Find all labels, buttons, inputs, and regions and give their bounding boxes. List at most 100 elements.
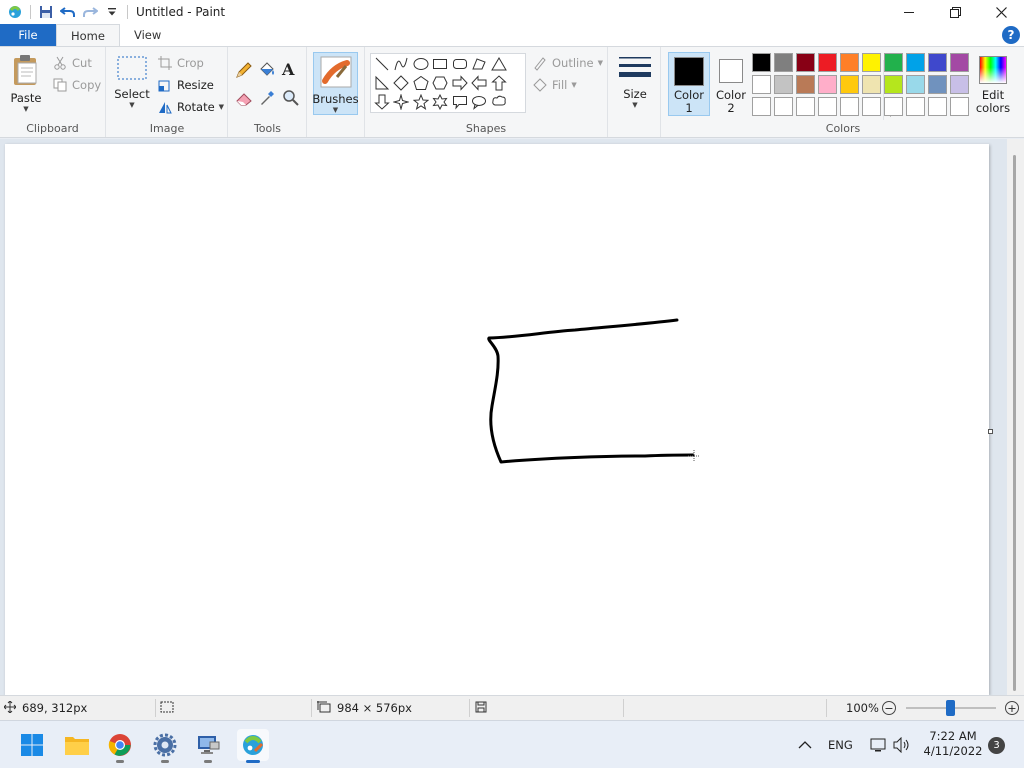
- brushes-button[interactable]: Brushes ▼: [312, 52, 359, 115]
- zoom-in-button[interactable]: +: [1005, 701, 1019, 715]
- select-button[interactable]: Select ▼: [113, 55, 151, 109]
- pentagon-shape-icon[interactable]: [412, 74, 430, 92]
- down-arrow-shape-icon[interactable]: [373, 93, 391, 111]
- palette-color-swatch[interactable]: [840, 53, 859, 72]
- notification-badge[interactable]: 3: [988, 737, 1005, 754]
- undo-icon[interactable]: [57, 1, 79, 23]
- polygon-shape-icon[interactable]: [470, 55, 488, 73]
- five-point-star-shape-icon[interactable]: [412, 93, 430, 111]
- rect-callout-shape-icon[interactable]: [451, 93, 469, 111]
- triangle-shape-icon[interactable]: [490, 55, 508, 73]
- six-point-star-shape-icon[interactable]: [431, 93, 449, 111]
- palette-color-swatch[interactable]: [752, 53, 771, 72]
- palette-color-swatch[interactable]: [950, 75, 969, 94]
- help-button[interactable]: ?: [1002, 26, 1020, 44]
- four-point-star-shape-icon[interactable]: [392, 93, 410, 111]
- right-arrow-shape-icon[interactable]: [451, 74, 469, 92]
- scroll-thumb[interactable]: [1013, 155, 1016, 691]
- cut-button[interactable]: Cut: [52, 53, 92, 73]
- diamond-shape-icon[interactable]: [392, 74, 410, 92]
- vertical-scrollbar[interactable]: [1007, 139, 1024, 695]
- palette-color-swatch[interactable]: [752, 97, 771, 116]
- zoom-slider-thumb[interactable]: [946, 700, 955, 716]
- color1-button[interactable]: Color 1: [668, 52, 710, 116]
- left-arrow-shape-icon[interactable]: [470, 74, 488, 92]
- volume-icon[interactable]: [893, 721, 911, 768]
- palette-color-swatch[interactable]: [928, 75, 947, 94]
- palette-color-swatch[interactable]: [928, 97, 947, 116]
- palette-color-swatch[interactable]: [862, 53, 881, 72]
- remote-desktop-button[interactable]: [192, 729, 224, 763]
- resize-button[interactable]: Resize: [157, 75, 214, 95]
- chrome-button[interactable]: [104, 729, 136, 763]
- palette-color-swatch[interactable]: [884, 53, 903, 72]
- fill-bucket-icon[interactable]: [258, 61, 276, 82]
- rotate-button[interactable]: Rotate ▼: [157, 97, 224, 117]
- line-shape-icon[interactable]: [373, 55, 391, 73]
- tab-view[interactable]: View: [120, 24, 175, 46]
- paint-app-icon[interactable]: [4, 1, 26, 23]
- palette-color-swatch[interactable]: [774, 53, 793, 72]
- palette-color-swatch[interactable]: [928, 53, 947, 72]
- clock[interactable]: 7:22 AM 4/11/2022: [920, 729, 986, 759]
- text-tool-icon[interactable]: A: [282, 60, 294, 79]
- palette-color-swatch[interactable]: [840, 97, 859, 116]
- color-picker-icon[interactable]: [258, 89, 276, 110]
- hexagon-shape-icon[interactable]: [431, 74, 449, 92]
- rectangle-shape-icon[interactable]: [431, 55, 449, 73]
- palette-color-swatch[interactable]: [862, 97, 881, 116]
- redo-icon[interactable]: [79, 1, 101, 23]
- copy-button[interactable]: Copy: [52, 75, 101, 95]
- minimize-button[interactable]: [886, 0, 932, 24]
- zoom-out-button[interactable]: −: [882, 701, 896, 715]
- palette-color-swatch[interactable]: [774, 75, 793, 94]
- tab-home[interactable]: Home: [56, 24, 120, 46]
- curve-shape-icon[interactable]: [392, 55, 410, 73]
- magnifier-icon[interactable]: [282, 89, 300, 110]
- palette-color-swatch[interactable]: [840, 75, 859, 94]
- cloud-callout-shape-icon[interactable]: [490, 93, 508, 111]
- eraser-icon[interactable]: [235, 89, 253, 110]
- edit-colors-button[interactable]: Edit colors: [975, 52, 1011, 116]
- paint-taskbar-button[interactable]: [237, 729, 269, 763]
- close-button[interactable]: [978, 0, 1024, 24]
- show-hidden-icons-button[interactable]: [798, 721, 812, 768]
- palette-color-swatch[interactable]: [906, 75, 925, 94]
- palette-color-swatch[interactable]: [906, 53, 925, 72]
- network-icon[interactable]: [869, 721, 887, 768]
- save-icon[interactable]: [35, 1, 57, 23]
- oval-callout-shape-icon[interactable]: [470, 93, 488, 111]
- palette-color-swatch[interactable]: [950, 53, 969, 72]
- maximize-button[interactable]: [932, 0, 978, 24]
- file-explorer-button[interactable]: [61, 729, 93, 761]
- right-triangle-shape-icon[interactable]: [373, 74, 391, 92]
- palette-color-swatch[interactable]: [796, 97, 815, 116]
- color2-button[interactable]: Color 2: [712, 52, 750, 116]
- paste-button[interactable]: Paste ▼: [6, 53, 46, 113]
- pencil-icon[interactable]: [235, 61, 253, 82]
- drawing-canvas[interactable]: [5, 144, 989, 695]
- palette-color-swatch[interactable]: [884, 75, 903, 94]
- palette-color-swatch[interactable]: [774, 97, 793, 116]
- oval-shape-icon[interactable]: [412, 55, 430, 73]
- palette-color-swatch[interactable]: [906, 97, 925, 116]
- palette-color-swatch[interactable]: [752, 75, 771, 94]
- palette-color-swatch[interactable]: [796, 75, 815, 94]
- settings-button[interactable]: [149, 729, 181, 763]
- palette-color-swatch[interactable]: [818, 53, 837, 72]
- palette-color-swatch[interactable]: [818, 75, 837, 94]
- input-language[interactable]: ENG: [828, 721, 853, 768]
- rounded-rectangle-shape-icon[interactable]: [451, 55, 469, 73]
- customize-quick-access-icon[interactable]: [101, 1, 123, 23]
- tab-file[interactable]: File: [0, 24, 56, 46]
- palette-color-swatch[interactable]: [950, 97, 969, 116]
- palette-color-swatch[interactable]: [884, 97, 903, 116]
- up-arrow-shape-icon[interactable]: [490, 74, 508, 92]
- start-button[interactable]: [16, 729, 48, 761]
- crop-button[interactable]: Crop: [157, 53, 204, 73]
- palette-color-swatch[interactable]: [818, 97, 837, 116]
- canvas-resize-handle[interactable]: [988, 429, 993, 434]
- palette-color-swatch[interactable]: [862, 75, 881, 94]
- fill-button[interactable]: Fill ▼: [532, 75, 577, 95]
- size-button[interactable]: Size ▼: [617, 55, 653, 109]
